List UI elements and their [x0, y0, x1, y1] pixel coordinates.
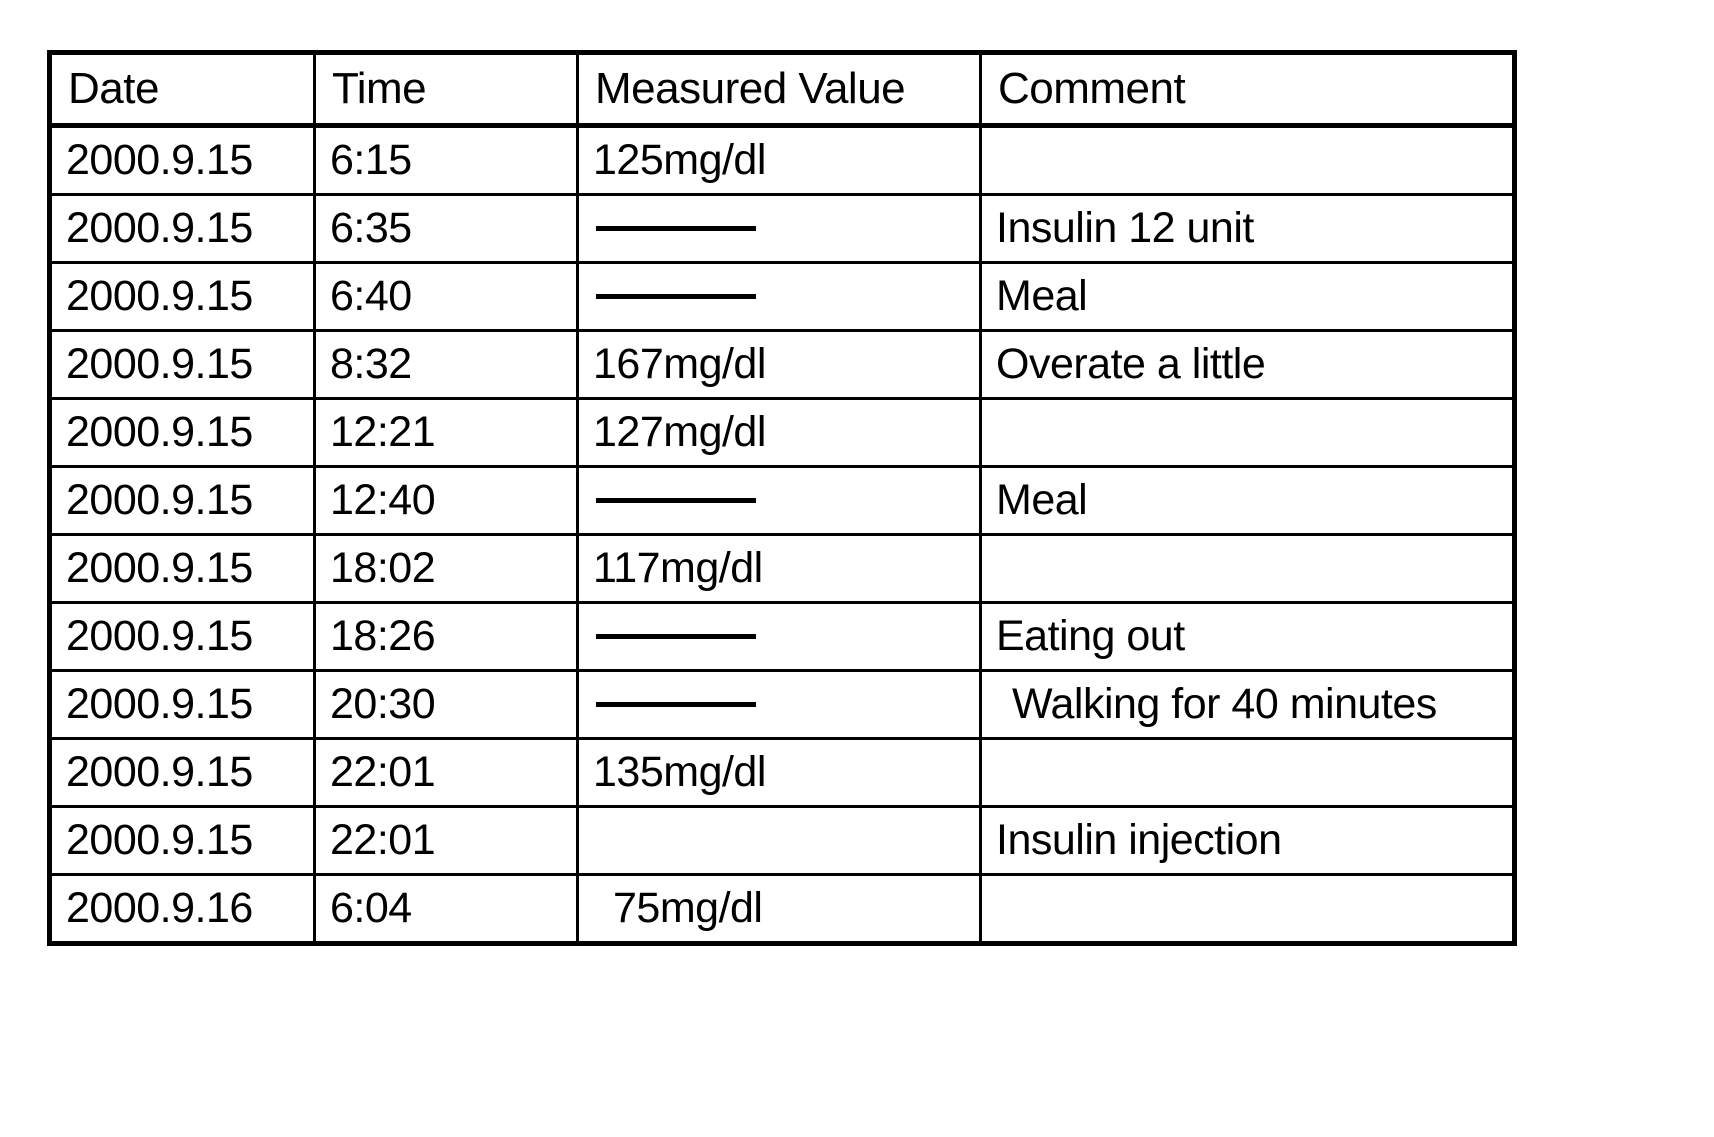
- table-header: Date Time Measured Value Comment: [48, 51, 1516, 128]
- table-row: 2000.9.15 18:26 Eating out: [48, 601, 1516, 672]
- table-row: 2000.9.15 12:40 Meal: [48, 465, 1516, 536]
- cell-time: 6:04: [313, 873, 579, 945]
- cell-measured-value: 167mg/dl: [576, 329, 982, 400]
- column-header-time: Time: [313, 51, 579, 128]
- cell-time: 20:30: [313, 669, 579, 740]
- cell-measured-value-dash: [576, 601, 982, 672]
- cell-time: 18:26: [313, 601, 579, 672]
- dash-icon: [596, 702, 756, 708]
- cell-measured-value: 125mg/dl: [576, 124, 982, 196]
- cell-comment: [979, 737, 1516, 808]
- cell-date: 2000.9.15: [48, 669, 316, 740]
- cell-time: 6:40: [313, 261, 579, 332]
- cell-date: 2000.9.15: [48, 465, 316, 536]
- cell-date: 2000.9.15: [48, 397, 316, 468]
- cell-comment: Insulin 12 unit: [979, 193, 1516, 264]
- cell-measured-value: [576, 805, 982, 876]
- cell-time: 6:35: [313, 193, 579, 264]
- cell-comment: Overate a little: [979, 329, 1516, 400]
- column-header-comment: Comment: [979, 51, 1516, 128]
- cell-comment: [979, 397, 1516, 468]
- table-row: 2000.9.15 20:30 Walking for 40 minutes: [48, 669, 1516, 740]
- cell-time: 8:32: [313, 329, 579, 400]
- column-header-date: Date: [48, 51, 316, 128]
- cell-date: 2000.9.15: [48, 737, 316, 808]
- column-header-measured-value: Measured Value: [576, 51, 982, 128]
- cell-time: 22:01: [313, 805, 579, 876]
- cell-date: 2000.9.15: [48, 124, 316, 196]
- dash-icon: [596, 226, 756, 232]
- cell-date: 2000.9.15: [48, 601, 316, 672]
- table-row: 2000.9.15 6:15 125mg/dl: [48, 124, 1516, 196]
- table-row: 2000.9.15 22:01 Insulin injection: [48, 805, 1516, 876]
- cell-time: 12:40: [313, 465, 579, 536]
- cell-measured-value: 135mg/dl: [576, 737, 982, 808]
- cell-comment: Insulin injection: [979, 805, 1516, 876]
- cell-date: 2000.9.15: [48, 329, 316, 400]
- cell-date: 2000.9.15: [48, 261, 316, 332]
- cell-comment: Eating out: [979, 601, 1516, 672]
- table-row: 2000.9.16 6:04 75mg/dl: [48, 873, 1516, 945]
- cell-time: 22:01: [313, 737, 579, 808]
- cell-comment: Meal: [979, 261, 1516, 332]
- cell-measured-value-dash: [576, 465, 982, 536]
- table-row: 2000.9.15 12:21 127mg/dl: [48, 397, 1516, 468]
- cell-measured-value: 127mg/dl: [576, 397, 982, 468]
- table-row: 2000.9.15 8:32 167mg/dl Overate a little: [48, 329, 1516, 400]
- cell-measured-value: 75mg/dl: [576, 873, 982, 945]
- table-header-row: Date Time Measured Value Comment: [48, 51, 1516, 128]
- table-row: 2000.9.15 6:40 Meal: [48, 261, 1516, 332]
- cell-comment: [979, 124, 1516, 196]
- blood-glucose-log-table: Date Time Measured Value Comment 2000.9.…: [47, 50, 1517, 946]
- cell-time: 6:15: [313, 124, 579, 196]
- table-row: 2000.9.15 22:01 135mg/dl: [48, 737, 1516, 808]
- cell-date: 2000.9.15: [48, 805, 316, 876]
- cell-measured-value-dash: [576, 193, 982, 264]
- cell-measured-value: 117mg/dl: [576, 533, 982, 604]
- table-body: 2000.9.15 6:15 125mg/dl 2000.9.15 6:35 Insuli…: [48, 124, 1516, 945]
- cell-comment: Walking for 40 minutes: [979, 669, 1516, 740]
- cell-comment: Meal: [979, 465, 1516, 536]
- cell-time: 18:02: [313, 533, 579, 604]
- cell-time: 12:21: [313, 397, 579, 468]
- dash-icon: [596, 294, 756, 300]
- cell-comment: [979, 533, 1516, 604]
- table-row: 2000.9.15 18:02 117mg/dl: [48, 533, 1516, 604]
- cell-date: 2000.9.15: [48, 533, 316, 604]
- cell-comment: [979, 873, 1516, 945]
- cell-measured-value-dash: [576, 669, 982, 740]
- table-row: 2000.9.15 6:35 Insulin 12 unit: [48, 193, 1516, 264]
- dash-icon: [596, 634, 756, 640]
- cell-date: 2000.9.15: [48, 193, 316, 264]
- dash-icon: [596, 498, 756, 504]
- cell-measured-value-dash: [576, 261, 982, 332]
- cell-date: 2000.9.16: [48, 873, 316, 945]
- page-canvas: Date Time Measured Value Comment 2000.9.…: [0, 0, 1714, 1137]
